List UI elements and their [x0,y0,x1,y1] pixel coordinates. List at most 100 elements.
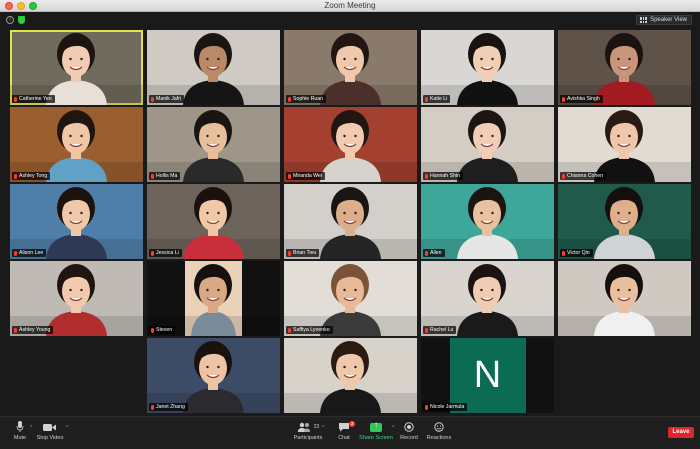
participant-name: Avishka Singh [567,96,600,102]
title-bar: Zoom Meeting [0,0,700,12]
video-camera-icon [30,420,70,434]
muted-microphone-icon [151,96,154,102]
muted-microphone-icon [151,173,154,179]
participant-video-tile[interactable]: Sophie Ruan [284,30,417,105]
participant-video-feed [147,341,280,413]
participant-name-tag: Jessica Li [149,249,182,257]
muted-microphone-icon [425,327,428,333]
participant-name: Rachel Lu [430,327,454,333]
muted-microphone-icon [562,250,565,256]
meeting-top-strip: i Speaker View [0,12,700,28]
muted-microphone-icon [425,404,428,410]
shield-icon[interactable] [18,16,25,24]
participant-video-tile[interactable]: Brian Tieu [284,184,417,259]
reactions-button[interactable]: Reactions [419,420,459,441]
participant-name: Ashley Tong [19,173,48,179]
muted-microphone-icon [425,173,428,179]
participant-name: Hollis Ma [156,173,178,179]
participant-video-tile[interactable]: Steven [147,261,280,336]
participant-video-tile[interactable]: Miranda Wei [284,107,417,182]
leave-meeting-button[interactable]: Leave [668,427,694,438]
speaker-view-button[interactable]: Speaker View [636,15,692,25]
participant-video-feed [284,187,417,259]
participant-name-tag: Hannah Shin [423,172,463,180]
participant-name: Allen [430,250,442,256]
participant-name: Sophie Ruan [293,96,323,102]
participant-name-tag: Allen [423,249,445,257]
muted-microphone-icon [288,327,291,333]
participant-video-tile[interactable]: N Nicole Jarmula [421,338,554,413]
participant-name: Janet Zhang [156,404,185,410]
reactions-label: Reactions [426,435,452,441]
participant-name-tag: Manik Jafri [149,95,185,103]
muted-microphone-icon [562,96,565,102]
avatar-initial: N [449,338,526,413]
participant-name-tag: Ashley Tong [12,172,51,180]
participant-video-feed [10,187,143,259]
participant-name-tag: Brian Tieu [286,249,320,257]
participant-name: Hannah Shin [430,173,460,179]
participant-video-feed [421,264,554,336]
participant-name: Miranda Wei [293,173,323,179]
stop-video-button[interactable]: Stop Video [30,420,70,441]
participant-video-tile[interactable]: Chianna Cohen [558,107,691,182]
share-screen-icon [370,420,382,432]
participant-name: Saffiya Lyoenko [293,327,330,333]
muted-microphone-icon [288,173,291,179]
info-icon[interactable]: i [6,16,14,24]
muted-microphone-icon [14,96,17,102]
participant-video-tile[interactable]: Rachel Lu [421,261,554,336]
participant-video-tile[interactable]: Hollis Ma [147,107,280,182]
muted-microphone-icon [151,327,154,333]
participant-video-tile[interactable] [558,261,691,336]
participant-name: Brian Tieu [293,250,317,256]
participant-video-tile[interactable]: Hannah Shin [421,107,554,182]
participant-video-tile[interactable]: Avishka Singh [558,30,691,105]
participant-name-tag: Katie Li [423,95,451,103]
participant-video-feed [10,264,143,336]
participant-video-tile[interactable]: Janet Zhang [147,338,280,413]
participant-video-tile[interactable]: Catherine Yeo [10,30,143,105]
participant-video-tile[interactable]: Ashley Young [10,261,143,336]
muted-microphone-icon [288,250,291,256]
participant-video-feed [284,110,417,182]
muted-microphone-icon [425,96,428,102]
participant-name-tag: Sophie Ruan [286,95,326,103]
participant-name-tag: Avishka Singh [560,95,603,103]
participants-count: 23 [313,424,320,430]
participant-video-feed [284,33,417,105]
muted-microphone-icon [151,250,154,256]
participant-video-feed [421,187,554,259]
participant-video-tile[interactable] [284,338,417,413]
participant-video-feed [147,110,280,182]
speaker-view-label: Speaker View [650,17,687,23]
muted-microphone-icon [14,250,17,256]
participant-video-tile[interactable]: Jessica Li [147,184,280,259]
participant-name: Catherine Yeo [19,96,52,102]
participant-name-tag: Ashley Young [12,326,54,334]
participant-video-feed [558,264,691,336]
participant-video-tile[interactable]: Katie Li [421,30,554,105]
participant-name-tag: Victor Qin [560,249,593,257]
participant-name: Alison Lee [19,250,44,256]
participant-video-feed [421,33,554,105]
participant-video-feed [10,110,143,182]
participant-video-tile[interactable]: Ashley Tong [10,107,143,182]
participant-video-tile[interactable]: Alison Lee [10,184,143,259]
video-options-caret[interactable]: ^ [66,425,68,431]
participant-name-tag: Hollis Ma [149,172,181,180]
participant-video-tile[interactable]: Allen [421,184,554,259]
participant-video-tile[interactable]: Saffiya Lyoenko [284,261,417,336]
participant-name-tag: Steven [149,326,176,334]
participant-video-tile[interactable]: Manik Jafri [147,30,280,105]
participant-name-tag: Rachel Lu [423,326,457,334]
participant-video-feed [421,110,554,182]
participant-name: Ashley Young [19,327,51,333]
participant-name-tag: Chianna Cohen [560,172,607,180]
participant-name-tag: Nicole Jarmula [423,403,468,411]
participant-video-feed [558,33,691,105]
grid-icon [640,17,648,23]
participant-video-feed [10,33,143,105]
participant-video-feed [284,264,417,336]
participant-video-tile[interactable]: Victor Qin [558,184,691,259]
